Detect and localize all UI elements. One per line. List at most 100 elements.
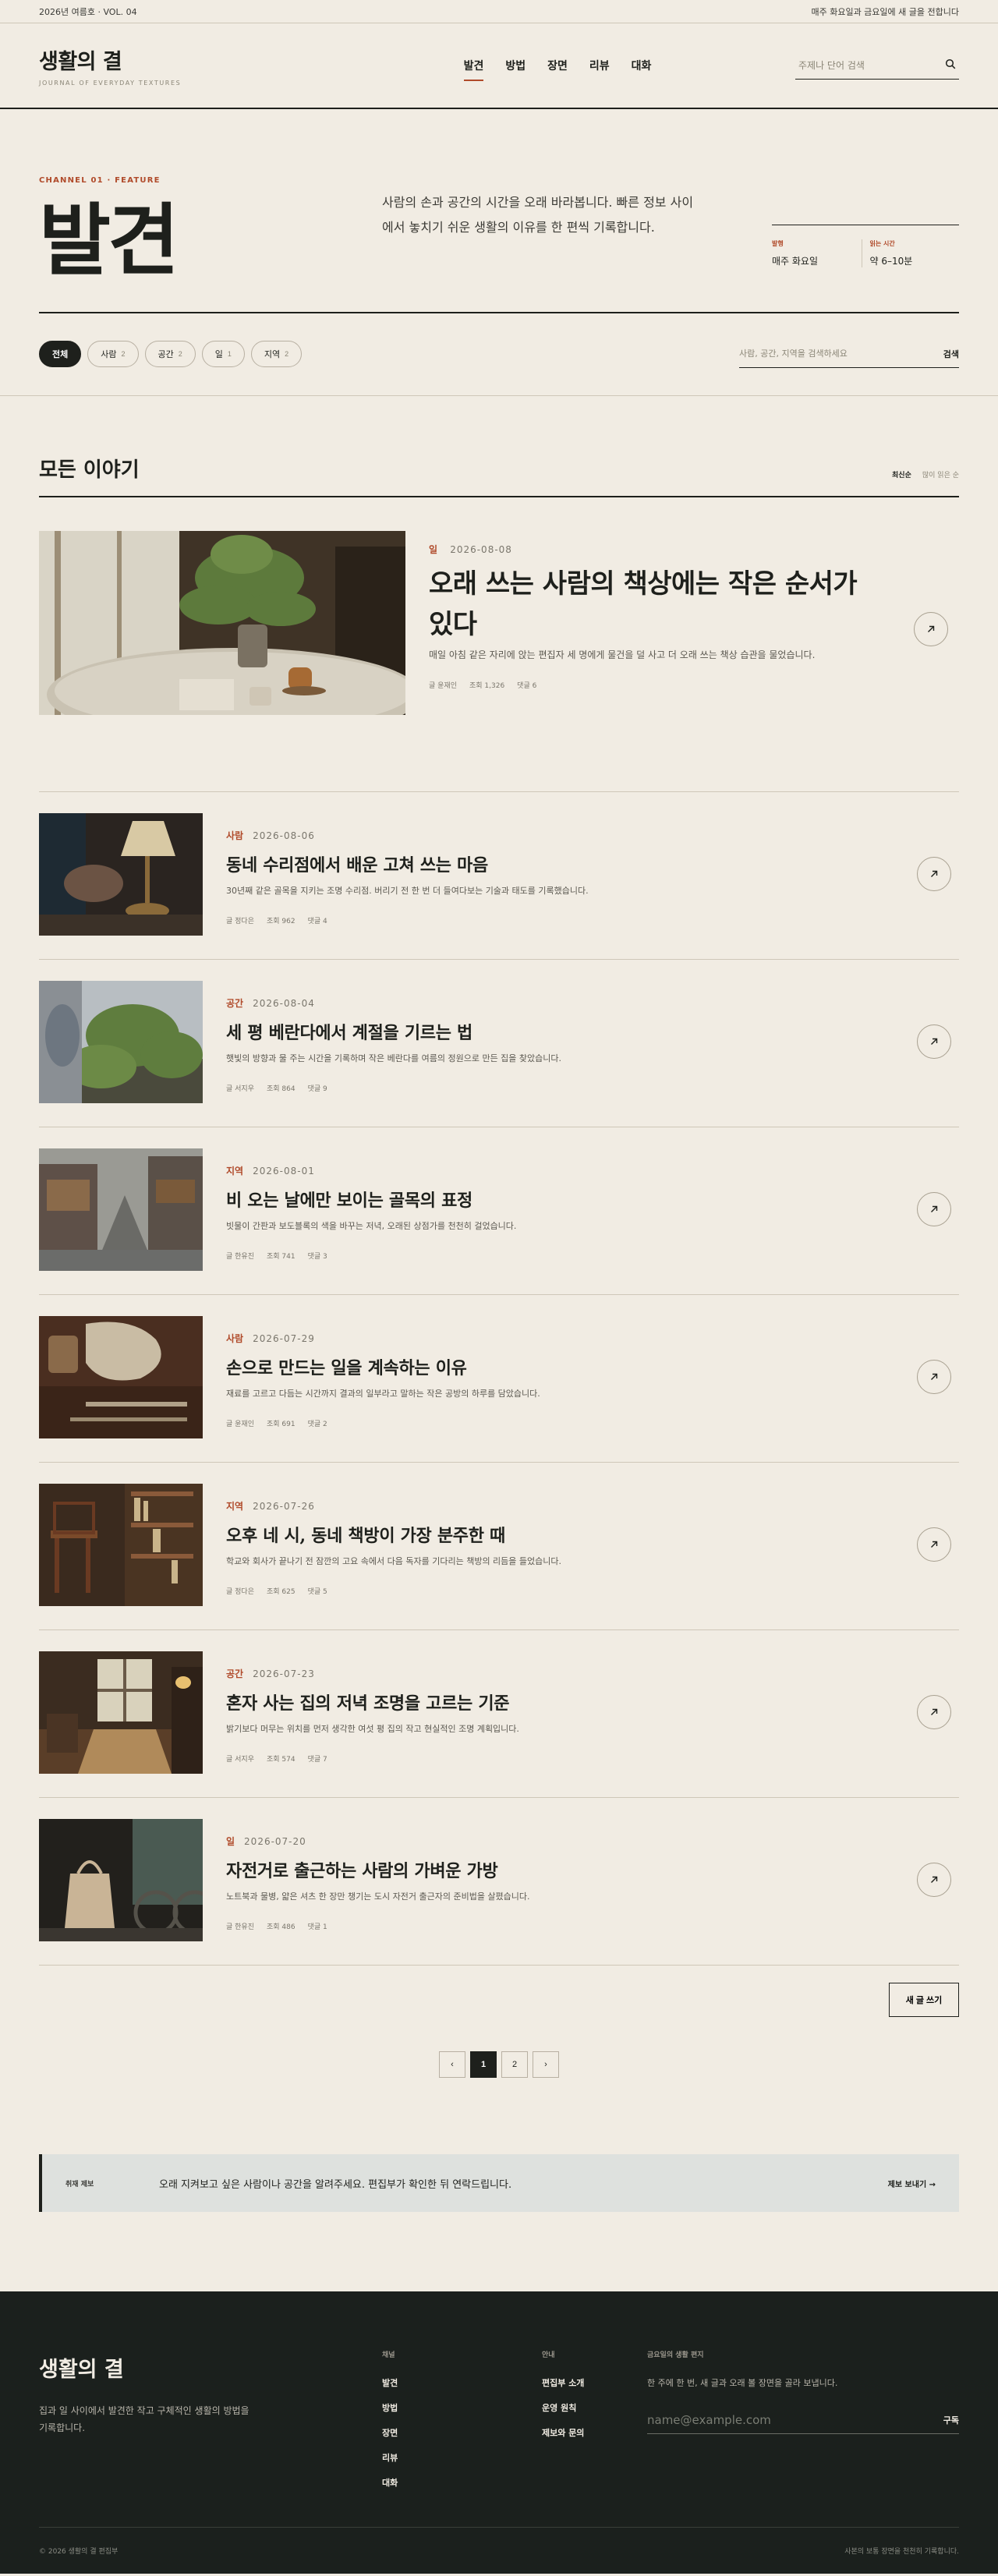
- featured-image[interactable]: [39, 531, 421, 741]
- arrow-up-right-icon: [928, 625, 935, 632]
- chip-label: 지역: [264, 350, 281, 359]
- category-tag[interactable]: 일: [226, 1836, 235, 1847]
- open-story-button[interactable]: [917, 1192, 951, 1226]
- category-tag[interactable]: 지역: [226, 1501, 243, 1512]
- story-title[interactable]: 손으로 만드는 일을 계속하는 이유: [226, 1354, 787, 1379]
- open-story-button[interactable]: [914, 612, 948, 646]
- filter-bar: 전체 사람 2 공간 2 일1 지역 2 검색: [0, 313, 998, 396]
- search-icon[interactable]: [945, 58, 956, 73]
- category-tag[interactable]: 일: [429, 544, 437, 555]
- story-body: 지역 2026-07-26 오후 네 시, 동네 책방이 가장 분주한 때 학교와…: [226, 1499, 787, 1596]
- nav-item-scene[interactable]: 장면: [536, 51, 579, 80]
- story-title[interactable]: 자전거로 출근하는 사람의 가벼운 가방: [226, 1857, 787, 1882]
- story-title[interactable]: 오후 네 시, 동네 책방이 가장 분주한 때: [226, 1522, 787, 1547]
- footer-link-scene[interactable]: 장면: [382, 2426, 398, 2439]
- category-tag[interactable]: 공간: [226, 998, 243, 1009]
- category-tag[interactable]: 사람: [226, 830, 243, 841]
- story-thumbnail[interactable]: [39, 1148, 203, 1271]
- nav-item-method[interactable]: 방법: [494, 51, 536, 80]
- footer-link-discovery[interactable]: 발견: [382, 2376, 398, 2389]
- view-count: 조회 962: [266, 918, 296, 925]
- publish-date: 2026-08-08: [450, 544, 512, 555]
- footer-link-about[interactable]: 편집부 소개: [542, 2376, 584, 2389]
- brand-title[interactable]: 생활의 결: [39, 44, 320, 75]
- page-2-button[interactable]: 2: [501, 2051, 528, 2078]
- story-title[interactable]: 세 평 베란다에서 계절을 기르는 법: [226, 1019, 787, 1044]
- view-count: 조회 625: [266, 1588, 296, 1596]
- story-title[interactable]: 동네 수리점에서 배운 고쳐 쓰는 마음: [226, 851, 787, 876]
- publish-date: 2026-08-01: [253, 1166, 315, 1177]
- author: 글 윤재인: [226, 1421, 254, 1428]
- nav-item-talk[interactable]: 대화: [621, 51, 663, 80]
- story-search-input[interactable]: [739, 349, 911, 359]
- header-search-input[interactable]: [798, 59, 931, 71]
- chip-count: 1: [227, 350, 232, 358]
- category-tag[interactable]: 공간: [226, 1668, 243, 1679]
- list-item[interactable]: 공간 2026-08-04 세 평 베란다에서 계절을 기르는 법 햇빛의 방향과…: [39, 960, 959, 1127]
- chip-work[interactable]: 일1: [201, 341, 245, 367]
- prev-page-button[interactable]: ‹: [439, 2051, 465, 2078]
- chip-all[interactable]: 전체: [39, 341, 82, 367]
- send-tip-link[interactable]: 제보 보내기 →: [888, 2178, 959, 2189]
- story-thumbnail[interactable]: [39, 981, 203, 1103]
- open-story-button[interactable]: [917, 1695, 951, 1729]
- sort-latest[interactable]: 최신순: [892, 469, 911, 479]
- list-item[interactable]: 일 2026-07-20 자전거로 출근하는 사람의 가벼운 가방 노트북과 물병…: [39, 1798, 959, 1966]
- copyright: © 2026 생활의 결 편집부: [39, 2548, 119, 2556]
- story-meta: 사람 2026-08-06: [226, 829, 787, 842]
- arrow-up-right-icon: [931, 1038, 938, 1045]
- open-story-button[interactable]: [917, 857, 951, 891]
- sort-popular[interactable]: 많이 읽은 순: [922, 469, 959, 479]
- nav-item-discovery[interactable]: 발견: [453, 51, 495, 81]
- page-1-button[interactable]: 1: [470, 2051, 497, 2078]
- story-thumbnail[interactable]: [39, 1316, 203, 1438]
- chip-label: 전체: [52, 350, 69, 359]
- story-thumbnail[interactable]: [39, 1651, 203, 1774]
- view-count: 조회 691: [266, 1421, 296, 1428]
- footer-brand[interactable]: 생활의 결: [39, 2352, 124, 2383]
- chip-region[interactable]: 지역 2: [250, 341, 303, 367]
- email-field[interactable]: [647, 2412, 897, 2427]
- list-item[interactable]: 사람 2026-08-06 동네 수리점에서 배운 고쳐 쓰는 마음 30년째 같…: [39, 792, 959, 960]
- category-tag[interactable]: 사람: [226, 1333, 243, 1344]
- list-item[interactable]: 공간 2026-07-23 혼자 사는 집의 저녁 조명을 고르는 기준 밝기보다…: [39, 1630, 959, 1798]
- nav-item-review[interactable]: 리뷰: [579, 51, 621, 80]
- featured-story[interactable]: 일 2026-08-08 오래 쓰는 사람의 책상에는 작은 순서가 있다 매일…: [39, 497, 959, 792]
- publish-date: 2026-08-04: [253, 998, 315, 1009]
- section-header: 모든 이야기 최신순 많이 읽은 순: [39, 396, 959, 497]
- schedule-notice: 매주 화요일과 금요일에 새 글을 전합니다: [811, 7, 959, 17]
- footer-note: 사본의 보통 장면을 천천히 기록합니다.: [844, 2548, 959, 2556]
- footer-link-review[interactable]: 리뷰: [382, 2451, 398, 2464]
- open-story-button[interactable]: [917, 1527, 951, 1562]
- new-post-button[interactable]: 새 글 쓰기: [889, 1983, 959, 2017]
- page-title: 발견: [39, 194, 179, 286]
- chip-people[interactable]: 사람 2: [87, 341, 139, 367]
- author: 글 정다은: [226, 1588, 254, 1596]
- story-thumbnail[interactable]: [39, 813, 203, 936]
- story-body: 사람 2026-08-06 동네 수리점에서 배운 고쳐 쓰는 마음 30년째 같…: [226, 829, 787, 925]
- footer-link-method[interactable]: 방법: [382, 2401, 398, 2414]
- subscribe-button[interactable]: 구독: [943, 2414, 959, 2426]
- category-tag[interactable]: 지역: [226, 1166, 243, 1177]
- footer-link-principles[interactable]: 운영 원칙: [542, 2401, 584, 2414]
- story-title[interactable]: 혼자 사는 집의 저녁 조명을 고르는 기준: [226, 1690, 787, 1714]
- open-story-button[interactable]: [917, 1360, 951, 1394]
- search-button[interactable]: 검색: [943, 348, 959, 360]
- footer-link-contact[interactable]: 제보와 문의: [542, 2426, 584, 2439]
- featured-title[interactable]: 오래 쓰는 사람의 책상에는 작은 순서가 있다: [429, 564, 865, 645]
- story-thumbnail[interactable]: [39, 1484, 203, 1606]
- list-item[interactable]: 지역 2026-08-01 비 오는 날에만 보이는 골목의 표정 빗물이 간판과…: [39, 1127, 959, 1295]
- footer-link-talk[interactable]: 대화: [382, 2476, 398, 2489]
- chip-space[interactable]: 공간 2: [144, 341, 196, 367]
- story-title[interactable]: 비 오는 날에만 보이는 골목의 표정: [226, 1187, 787, 1212]
- story-body: 공간 2026-07-23 혼자 사는 집의 저녁 조명을 고르는 기준 밝기보다…: [226, 1667, 787, 1764]
- footer-col-title: 안내: [542, 2351, 555, 2359]
- list-item[interactable]: 지역 2026-07-26 오후 네 시, 동네 책방이 가장 분주한 때 학교와…: [39, 1463, 959, 1630]
- next-page-button[interactable]: ›: [533, 2051, 559, 2078]
- brand[interactable]: 생활의 결 JOURNAL OF EVERYDAY TEXTURES: [39, 44, 320, 87]
- open-story-button[interactable]: [917, 1024, 951, 1059]
- story-search: 검색: [739, 340, 959, 368]
- list-item[interactable]: 사람 2026-07-29 손으로 만드는 일을 계속하는 이유 재료를 고르고 …: [39, 1295, 959, 1463]
- open-story-button[interactable]: [917, 1863, 951, 1897]
- story-thumbnail[interactable]: [39, 1819, 218, 1941]
